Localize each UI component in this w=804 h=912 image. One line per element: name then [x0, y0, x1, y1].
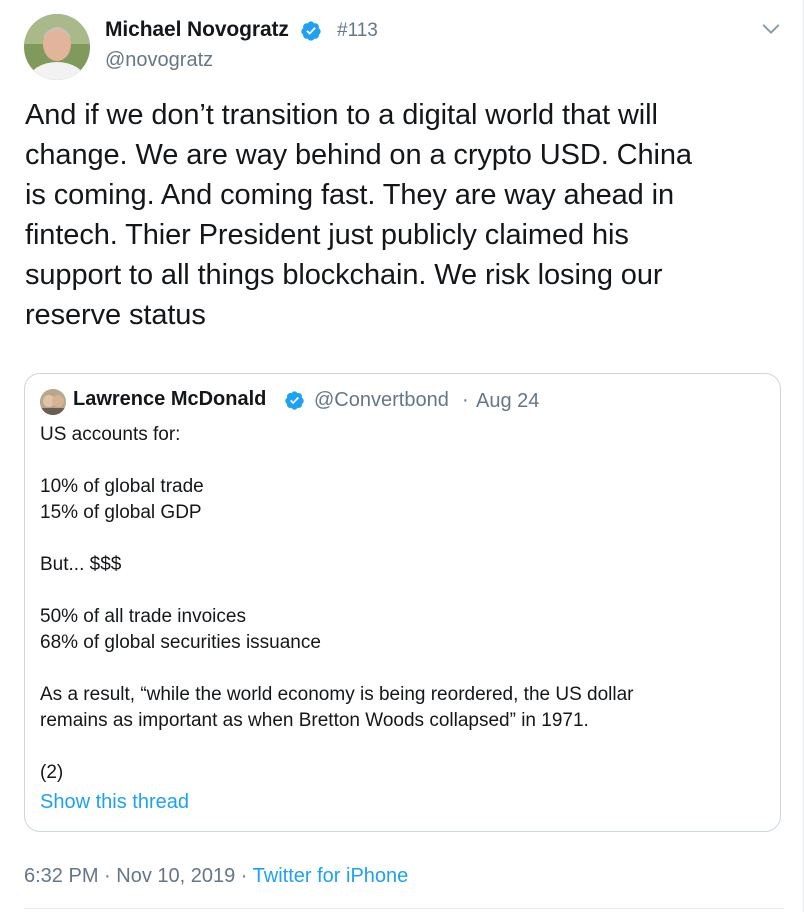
chevron-down-icon[interactable] — [760, 18, 782, 40]
tweet-source-link[interactable]: Twitter for iPhone — [253, 865, 409, 887]
tweet-card: Michael Novogratz #113 @novogratz And if… — [0, 0, 804, 912]
separator-dot: · — [98, 865, 117, 887]
quoted-author-handle[interactable]: @Convertbond — [314, 389, 449, 412]
separator-dot: · — [462, 389, 469, 411]
divider — [24, 908, 784, 909]
quoted-author-name[interactable]: Lawrence McDonald — [73, 388, 266, 411]
quoted-tweet-date[interactable]: Aug 24 — [476, 390, 539, 413]
verified-badge-icon — [285, 391, 304, 410]
verified-badge-icon — [301, 21, 321, 41]
author-handle[interactable]: @novogratz — [105, 49, 213, 72]
author-name[interactable]: Michael Novogratz — [105, 18, 289, 42]
tweet-date[interactable]: Nov 10, 2019 — [116, 865, 235, 887]
separator-dot: · — [235, 865, 253, 887]
author-avatar[interactable] — [24, 14, 90, 80]
tweet-meta: 6:32 PM · Nov 10, 2019 · Twitter for iPh… — [24, 865, 408, 888]
quoted-tweet[interactable]: Lawrence McDonald @Convertbond · Aug 24 … — [24, 373, 781, 832]
tweet-tag: #113 — [337, 20, 378, 41]
show-thread-link[interactable]: Show this thread — [40, 791, 189, 814]
tweet-time[interactable]: 6:32 PM — [24, 865, 98, 887]
quoted-author-avatar[interactable] — [40, 389, 66, 415]
quoted-tweet-text: US accounts for: 10% of global trade 15%… — [40, 424, 634, 783]
tweet-text: And if we don’t transition to a digital … — [25, 99, 692, 331]
